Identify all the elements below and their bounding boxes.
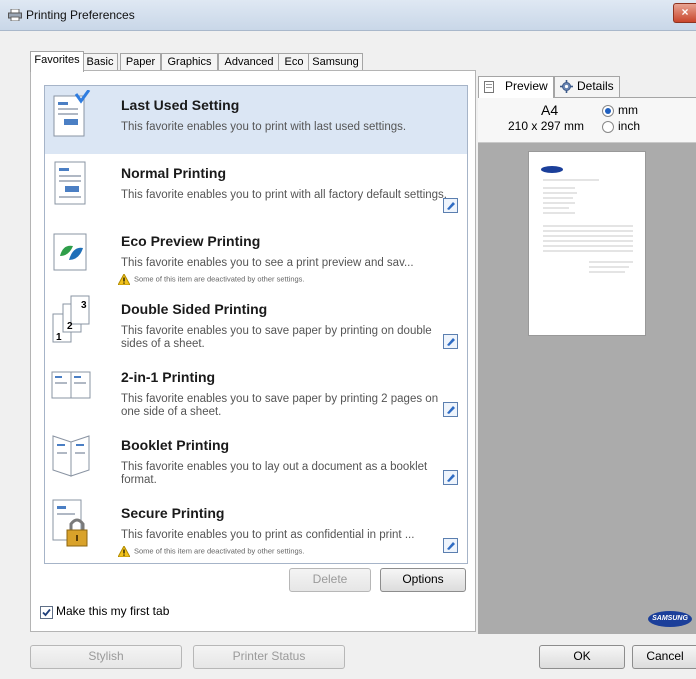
tab-favorites[interactable]: Favorites	[30, 51, 84, 72]
stylish-button[interactable]: Stylish	[30, 645, 182, 669]
favorite-description: This favorite enables you to print with …	[121, 189, 447, 201]
favorite-item-secure[interactable]: Secure Printing This favorite enables yo…	[45, 494, 467, 562]
favorite-title: Normal Printing	[121, 165, 227, 181]
preview-panel: A4 210 x 297 mm mm inch SAMSUNG	[478, 97, 696, 634]
preview-page-icon	[484, 81, 494, 93]
favorite-description: This favorite enables you to save paper …	[121, 325, 432, 350]
booklet-icon	[52, 435, 90, 477]
favorites-list[interactable]: Last Used Setting This favorite enables …	[44, 85, 468, 564]
document-icon	[54, 161, 86, 205]
tab-preview[interactable]: Preview	[478, 76, 554, 98]
first-tab-checkbox[interactable]	[40, 606, 53, 619]
favorite-title: Secure Printing	[121, 505, 225, 521]
favorite-title: 2-in-1 Printing	[121, 369, 216, 385]
warning-text: Some of this item are deactivated by oth…	[134, 274, 305, 284]
tab-basic[interactable]: Basic	[82, 53, 118, 71]
tab-eco[interactable]: Eco	[278, 53, 310, 71]
edit-icon[interactable]	[443, 334, 458, 349]
favorite-title: Eco Preview Printing	[121, 233, 261, 249]
svg-text:3: 3	[81, 300, 87, 311]
first-tab-label: Make this my first tab	[56, 604, 170, 618]
warning-icon	[118, 546, 130, 557]
paper-size: A4	[541, 102, 559, 118]
page-text-lines-icon	[543, 179, 633, 273]
svg-text:1: 1	[56, 332, 62, 343]
checkmark-icon	[42, 608, 51, 617]
options-button[interactable]: Options	[380, 568, 466, 592]
two-in-one-icon	[51, 371, 91, 399]
padlock-icon	[52, 499, 88, 547]
tab-graphics[interactable]: Graphics	[161, 53, 218, 71]
ok-button[interactable]: OK	[539, 645, 625, 669]
deactivated-warning: Some of this item are deactivated by oth…	[118, 546, 305, 557]
favorite-title: Double Sided Printing	[121, 301, 268, 317]
unit-mm-radio[interactable]	[602, 105, 614, 117]
unit-mm-label: mm	[618, 103, 638, 117]
favorite-description: This favorite enables you to print as co…	[121, 529, 415, 541]
favorites-panel: Last Used Setting This favorite enables …	[30, 70, 476, 632]
paper-size-box: A4 210 x 297 mm mm inch	[478, 98, 696, 143]
favorite-title: Last Used Setting	[121, 97, 240, 113]
favorite-item-2in1[interactable]: 2-in-1 Printing This favorite enables yo…	[45, 358, 467, 426]
svg-text:2: 2	[67, 321, 73, 332]
favorite-description: This favorite enables you to lay out a d…	[121, 461, 428, 486]
preview-page	[528, 151, 646, 336]
unit-inch-radio[interactable]	[602, 121, 614, 133]
window-title: Printing Preferences	[26, 8, 135, 22]
printer-icon	[8, 9, 22, 21]
favorite-item-eco-preview[interactable]: Eco Preview Printing This favorite enabl…	[45, 222, 467, 290]
unit-inch-label: inch	[618, 119, 641, 133]
last-used-setting-icon	[53, 90, 91, 137]
tab-preview-label: Preview	[505, 79, 548, 93]
tab-paper[interactable]: Paper	[120, 53, 161, 71]
gear-icon	[560, 80, 573, 93]
edit-icon[interactable]	[443, 538, 458, 553]
edit-icon[interactable]	[443, 198, 458, 213]
tab-advanced[interactable]: Advanced	[218, 53, 280, 71]
samsung-logo: SAMSUNG	[648, 611, 692, 627]
favorite-description: This favorite enables you to save paper …	[121, 393, 439, 418]
deactivated-warning: Some of this item are deactivated by oth…	[118, 274, 305, 285]
warning-text: Some of this item are deactivated by oth…	[134, 546, 305, 556]
favorite-title: Booklet Printing	[121, 437, 230, 453]
delete-button[interactable]: Delete	[289, 568, 371, 592]
favorite-item-booklet[interactable]: Booklet Printing This favorite enables y…	[45, 426, 467, 494]
printer-status-button[interactable]: Printer Status	[193, 645, 345, 669]
title-bar: Printing Preferences ×	[0, 0, 696, 31]
page-samsung-logo	[541, 166, 563, 173]
favorite-item-double-sided[interactable]: 123 Double Sided Printing This favorite …	[45, 290, 467, 358]
double-sided-icon: 123	[52, 295, 90, 343]
edit-icon[interactable]	[443, 470, 458, 485]
favorite-description: This favorite enables you to see a print…	[121, 257, 414, 269]
eco-leaf-icon	[53, 233, 87, 271]
favorite-description: This favorite enables you to print with …	[121, 121, 407, 133]
close-button[interactable]: ×	[673, 3, 696, 23]
favorite-item-normal[interactable]: Normal Printing This favorite enables yo…	[45, 154, 467, 222]
edit-icon[interactable]	[443, 402, 458, 417]
tab-samsung[interactable]: Samsung	[308, 53, 363, 71]
tab-details[interactable]: Details	[554, 76, 620, 97]
favorite-item-last-used[interactable]: Last Used Setting This favorite enables …	[45, 86, 467, 154]
cancel-button[interactable]: Cancel	[632, 645, 696, 669]
warning-icon	[118, 274, 130, 285]
paper-dimensions: 210 x 297 mm	[508, 119, 585, 133]
tab-details-label: Details	[577, 79, 614, 93]
